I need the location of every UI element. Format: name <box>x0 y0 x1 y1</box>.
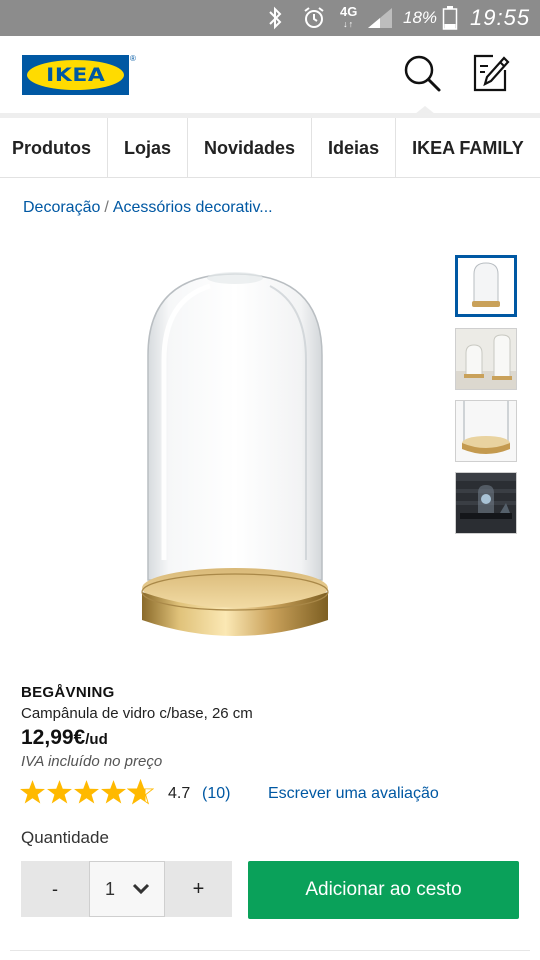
star-icon <box>101 780 126 804</box>
add-to-cart-button[interactable]: Adicionar ao cesto <box>248 861 519 919</box>
network-label: 4G <box>340 4 358 19</box>
tab-novidades[interactable]: Novidades <box>188 118 313 177</box>
star-half-icon <box>127 779 154 805</box>
vat-note: IVA incluído no preço <box>21 753 163 770</box>
clock: 19:55 <box>470 5 531 30</box>
logo-text: IKEA <box>45 64 106 86</box>
quantity-value: 1 <box>105 878 116 899</box>
search-icon <box>404 55 441 92</box>
tab-ikea-family[interactable]: IKEA FAMILY <box>396 118 540 177</box>
tab-lojas[interactable]: Lojas <box>108 118 189 177</box>
quantity-label: Quantidade <box>21 828 109 847</box>
logo-oval: IKEA <box>27 60 124 90</box>
breadcrumb-link-acessorios[interactable]: Acessórios decorativ... <box>113 199 273 216</box>
quantity-select[interactable]: 1 <box>89 861 165 917</box>
search-button[interactable] <box>398 50 446 98</box>
breadcrumb-link-decoracao[interactable]: Decoração <box>23 199 100 216</box>
bottom-divider <box>10 950 530 951</box>
thumbnail-3[interactable] <box>455 400 517 462</box>
app-header: IKEA ® <box>0 36 540 114</box>
review-count[interactable]: (10) <box>202 785 230 803</box>
breadcrumb: Decoração / Acessórios decorativ... <box>23 199 273 217</box>
signal-icon <box>366 0 394 36</box>
shopping-list-button[interactable] <box>466 50 514 98</box>
thumbnail-1[interactable] <box>455 255 517 317</box>
tab-produtos[interactable]: Produtos <box>0 118 108 177</box>
product-description: Campânula de vidro c/base, 26 cm <box>21 705 253 722</box>
battery-icon <box>442 0 458 36</box>
alarm-icon <box>302 0 326 36</box>
chevron-down-icon <box>132 883 150 895</box>
quantity-increase-button[interactable]: + <box>165 861 232 917</box>
star-icon <box>20 780 45 804</box>
product-price: 12,99€/ud <box>21 726 108 750</box>
thumbnail-4[interactable] <box>455 472 517 534</box>
rating-value: 4.7 <box>168 785 191 802</box>
price-value: 12,99€ <box>21 726 86 749</box>
price-unit: /ud <box>85 731 108 748</box>
product-name: BEGÅVNING <box>21 684 115 701</box>
logo-registered-mark: ® <box>130 54 136 63</box>
category-tabs: Produtos Lojas Novidades Ideias IKEA FAM… <box>0 118 540 178</box>
rating-stars <box>19 779 154 805</box>
write-review-link[interactable]: Escrever uma avaliação <box>268 785 439 803</box>
battery-percent: 18% <box>403 8 438 27</box>
thumbnail-2[interactable] <box>455 328 517 390</box>
status-bar: 4G ↓↑ 18% 19:55 <box>0 0 540 36</box>
network-indicator: 4G ↓↑ <box>340 0 357 36</box>
star-icon <box>47 780 72 804</box>
breadcrumb-separator: / <box>104 199 109 216</box>
edit-list-icon <box>473 54 510 92</box>
product-main-image[interactable] <box>120 260 350 660</box>
data-arrows-icon: ↓↑ <box>343 19 355 29</box>
star-icon <box>74 780 99 804</box>
ikea-logo[interactable]: IKEA <box>22 55 129 95</box>
bluetooth-icon <box>266 0 284 36</box>
tab-ideias[interactable]: Ideias <box>312 118 397 177</box>
quantity-decrease-button[interactable]: - <box>21 861 89 917</box>
